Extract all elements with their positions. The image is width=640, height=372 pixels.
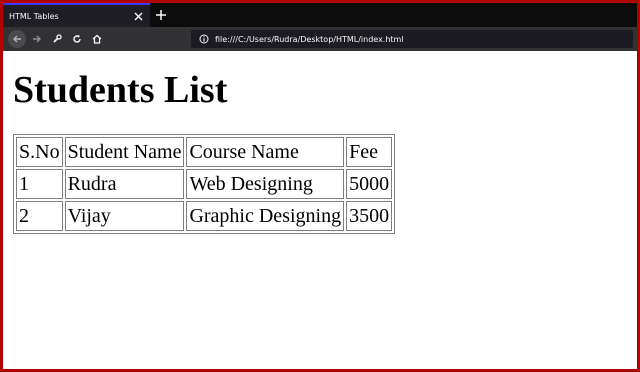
table-row: 2 Vijay Graphic Designing 3500	[16, 201, 393, 231]
column-header: Course Name	[186, 137, 345, 167]
forward-arrow-icon[interactable]	[28, 30, 46, 48]
table-cell: 3500	[346, 201, 393, 231]
close-icon[interactable]	[130, 8, 146, 24]
back-arrow-icon[interactable]	[8, 30, 26, 48]
column-header: Fee	[346, 137, 393, 167]
url-text: file:///C:/Users/Rudra/Desktop/HTML/inde…	[215, 34, 404, 44]
browser-window: HTML Tables file:///C:/Users/Rudra/Deskt…	[0, 0, 640, 372]
tab-bar: HTML Tables	[3, 3, 637, 27]
wrench-icon[interactable]	[48, 30, 66, 48]
info-icon[interactable]	[197, 32, 211, 46]
table-cell: 5000	[346, 169, 393, 199]
home-icon[interactable]	[88, 30, 106, 48]
table-cell: 1	[16, 169, 63, 199]
students-table: S.No Student Name Course Name Fee 1 Rudr…	[13, 134, 396, 234]
reload-icon[interactable]	[68, 30, 86, 48]
page-title: Students List	[13, 69, 228, 111]
table-cell: 2	[16, 201, 63, 231]
table-cell: Web Designing	[186, 169, 345, 199]
url-bar[interactable]: file:///C:/Users/Rudra/Desktop/HTML/inde…	[191, 30, 633, 48]
tab-title: HTML Tables	[9, 11, 59, 21]
column-header: S.No	[16, 137, 63, 167]
table-row: 1 Rudra Web Designing 5000	[16, 169, 393, 199]
plus-icon[interactable]	[150, 3, 172, 27]
table-header-row: S.No Student Name Course Name Fee	[16, 137, 393, 167]
page-content: Students List S.No Student Name Course N…	[3, 51, 637, 369]
table-cell: Graphic Designing	[186, 201, 345, 231]
tab-html-tables[interactable]: HTML Tables	[3, 3, 150, 27]
navigation-toolbar: file:///C:/Users/Rudra/Desktop/HTML/inde…	[3, 27, 637, 51]
table-cell: Vijay	[64, 201, 185, 231]
table-cell: Rudra	[64, 169, 185, 199]
column-header: Student Name	[64, 137, 185, 167]
